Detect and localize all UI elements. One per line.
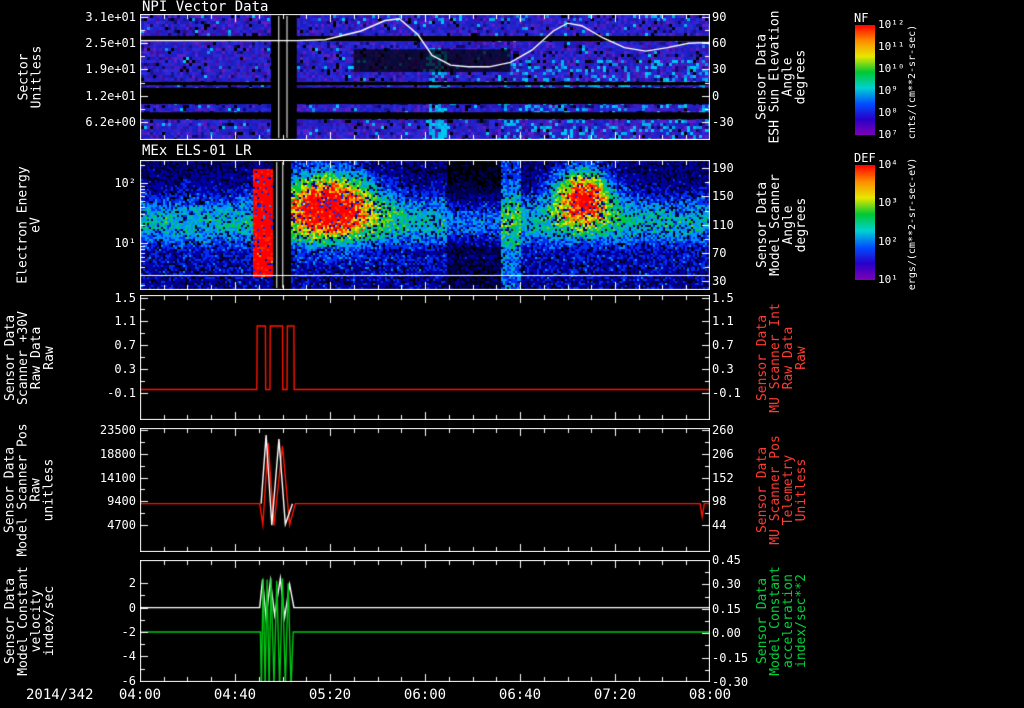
x-tick-label: 04:00 [108, 687, 172, 703]
y-tick-label: 9400 [58, 495, 136, 507]
axis-label-line: degrees [795, 10, 808, 143]
colorbar2-title: DEF [854, 151, 876, 165]
y-tick-label: 70 [712, 247, 758, 259]
plot-screen: NPI Vector Data MEx ELS-01 LR Sector Uni… [0, 0, 1024, 708]
y-tick-label: 0.15 [712, 603, 758, 615]
panel5-right-ticks: 0.45 0.30 0.15 0.00 -0.15 -0.30 [712, 560, 758, 682]
y-tick-label: 1.5 [58, 292, 136, 304]
panel5-left-ticks: 2 0 -2 -4 -6 [58, 560, 136, 682]
colorbar2-unit-label: ergs/(cm**2-sr-sec-eV) [900, 162, 926, 286]
axis-label-line: eV [30, 166, 43, 283]
y-tick-label: 2.5e+01 [58, 37, 136, 49]
x-tick-label: 06:40 [488, 687, 552, 703]
y-tick-label: 0.45 [712, 554, 758, 566]
x-tick-label: 06:00 [393, 687, 457, 703]
y-tick-label: 6.2e+00 [58, 116, 136, 128]
panel2-title: MEx ELS-01 LR [142, 144, 252, 158]
panel4-left-ticks: 23500 18800 14100 9400 4700 [58, 428, 136, 552]
colorbar1-gradient [855, 25, 875, 135]
panel2-left-axis-label: Electron Energy eV [2, 160, 58, 290]
y-tick-label: 1.2e+01 [58, 90, 136, 102]
panel1-right-ticks: 90 60 30 0 -30 [712, 14, 758, 140]
axis-label-line: Raw [795, 303, 808, 413]
panel4-left-axis-label: Sensor Data Model Scanner Pos Raw unitle… [2, 428, 58, 552]
y-tick-label: 30 [712, 275, 758, 287]
y-tick-label: 23500 [58, 424, 136, 436]
y-tick-label: -4 [58, 650, 136, 662]
colorbar2-unit-text: ergs/(cm**2-sr-sec-eV) [908, 158, 918, 290]
colorbar2-gradient [855, 165, 875, 280]
panel5-left-axis-label: Sensor Data Model Constant velocity inde… [2, 560, 58, 682]
axis-label-line: degrees [795, 174, 808, 276]
axis-label-line: Sector [17, 46, 30, 109]
panel4-scanner-pos-plot [140, 428, 710, 552]
axis-label-line: index/sec**2 [795, 566, 808, 676]
y-tick-label: -2 [58, 626, 136, 638]
y-tick-label: 4700 [58, 519, 136, 531]
panel2-els-spectrogram [140, 160, 710, 290]
y-tick-label: 206 [712, 448, 758, 460]
panel3-left-ticks: 1.5 1.1 0.7 0.3 -0.1 [58, 295, 136, 420]
colorbar1-unit-text: cnts/(cm**2-sr-sec) [908, 25, 918, 139]
y-tick-label: 1.9e+01 [58, 63, 136, 75]
y-tick-label: 0.00 [712, 627, 758, 639]
panel3-left-axis-label: Sensor Data Scanner +30V Raw Data Raw [2, 295, 58, 420]
y-tick-label: -0.1 [58, 387, 136, 399]
y-tick-label: 0.7 [58, 339, 136, 351]
panel3-scanner-30v-plot [140, 295, 710, 420]
x-tick-label: 04:40 [203, 687, 267, 703]
x-axis-labels: 04:00 04:40 05:20 06:00 06:40 07:20 08:00 [0, 687, 1024, 705]
y-tick-label: 1.1 [58, 315, 136, 327]
panel1-left-ticks: 3.1e+01 2.5e+01 1.9e+01 1.2e+01 6.2e+00 [58, 14, 136, 140]
panel5-model-constant-plot [140, 560, 710, 682]
y-tick-label: 0.3 [58, 363, 136, 375]
y-tick-label: -0.15 [712, 652, 758, 664]
y-tick-label: -6 [58, 675, 136, 687]
axis-label-line: Unitless [30, 46, 43, 109]
y-tick-label: 150 [712, 190, 758, 202]
y-tick-label: 2 [58, 577, 136, 589]
panel1-title: NPI Vector Data [142, 0, 268, 14]
y-tick-label: 18800 [58, 448, 136, 460]
y-tick-label: 30 [712, 63, 758, 75]
y-tick-label: 0.30 [712, 578, 758, 590]
y-tick-label: 3.1e+01 [58, 11, 136, 23]
y-tick-label: 152 [712, 472, 758, 484]
y-tick-label: 90 [712, 11, 758, 23]
axis-label-line: unitless [43, 423, 56, 556]
y-tick-label: 0 [712, 90, 758, 102]
x-tick-label: 05:20 [298, 687, 362, 703]
y-tick-label: 1.1 [712, 315, 758, 327]
axis-label-line: index/sec [43, 566, 56, 676]
colorbar1-unit-label: cnts/(cm**2-sr-sec) [900, 20, 926, 144]
y-tick-label: 10² [58, 177, 136, 189]
y-tick-label: 44 [712, 519, 758, 531]
y-tick-label: 0.7 [712, 339, 758, 351]
colorbar1-title: NF [854, 11, 868, 25]
panel1-left-axis-label: Sector Unitless [2, 14, 58, 140]
panel2-right-ticks: 190 150 110 70 30 [712, 160, 758, 290]
y-tick-label: 260 [712, 424, 758, 436]
y-tick-label: 190 [712, 162, 758, 174]
x-tick-label: 07:20 [583, 687, 647, 703]
axis-label-line: Unitless [795, 435, 808, 545]
panel4-right-ticks: 260 206 152 98 44 [712, 428, 758, 552]
date-label: 2014/342 [26, 687, 93, 703]
x-tick-label: 08:00 [678, 687, 742, 703]
y-tick-label: 110 [712, 219, 758, 231]
y-tick-label: 0 [58, 602, 136, 614]
y-tick-label: 0.3 [712, 363, 758, 375]
y-tick-label: 98 [712, 495, 758, 507]
y-tick-label: 1.5 [712, 292, 758, 304]
panel3-right-ticks: 1.5 1.1 0.7 0.3 -0.1 [712, 295, 758, 420]
y-tick-label: -30 [712, 116, 758, 128]
panel2-left-ticks: 10² 10¹ [58, 160, 136, 290]
axis-label-line: Raw [43, 311, 56, 405]
y-tick-label: 14100 [58, 472, 136, 484]
y-tick-label: 10¹ [58, 237, 136, 249]
panel1-npi-spectrogram [140, 14, 710, 140]
y-tick-label: -0.1 [712, 387, 758, 399]
y-tick-label: 60 [712, 37, 758, 49]
